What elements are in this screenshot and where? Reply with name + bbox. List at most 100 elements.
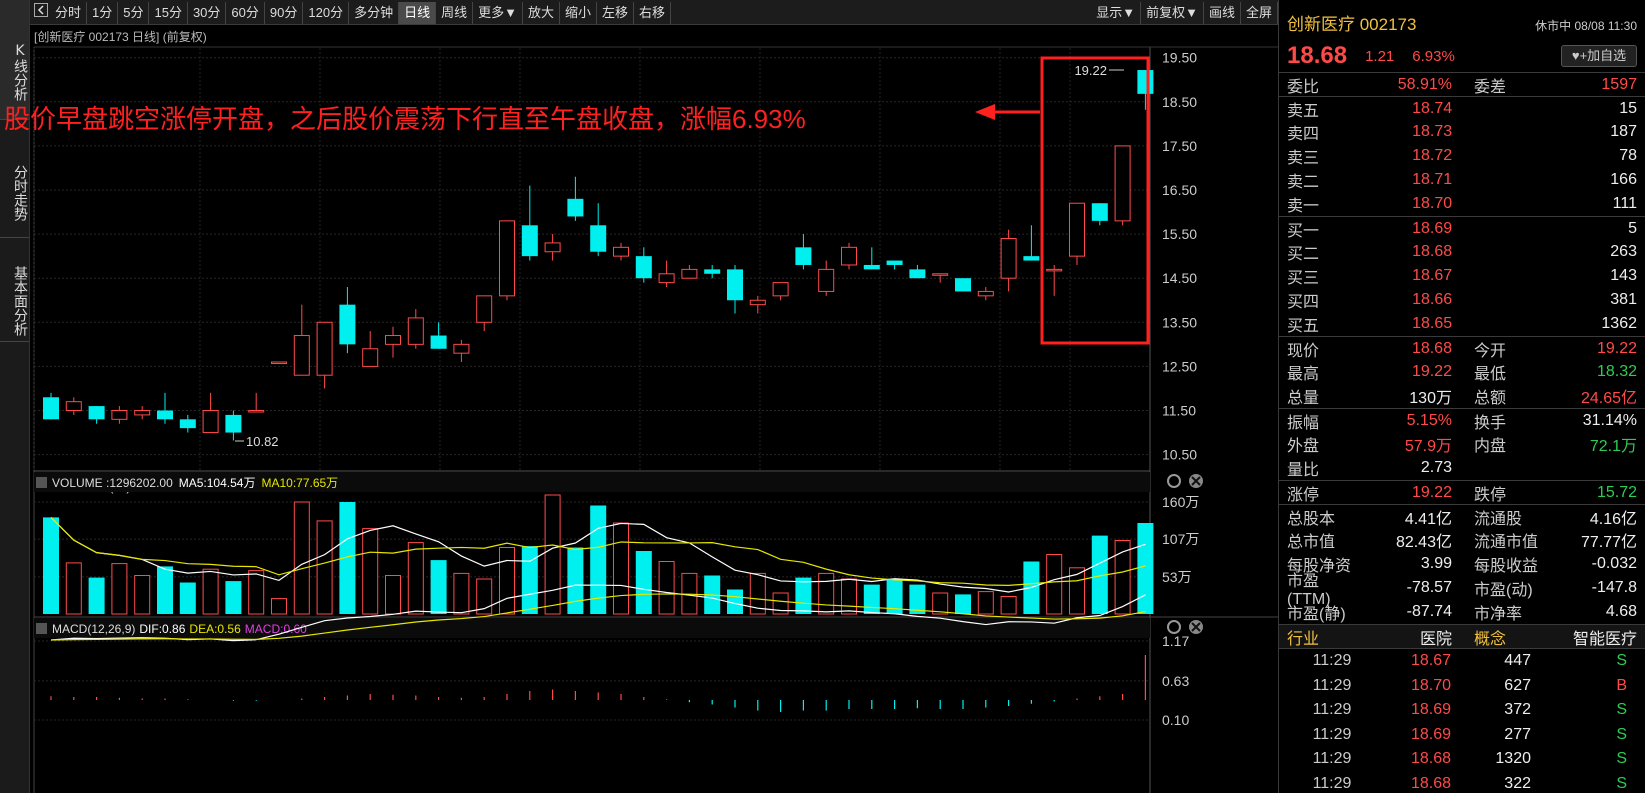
candle: [749, 295, 766, 314]
stat-label: 最低: [1473, 366, 1506, 383]
candle-body: [1137, 70, 1154, 94]
macd-axis-label: 0.63: [1162, 673, 1189, 689]
stat-value: 31.14%: [1582, 411, 1637, 429]
volume-bar: [293, 501, 310, 615]
candle-body: [179, 419, 196, 429]
low-price-label: 10.82: [246, 434, 279, 449]
volume-bar: [225, 581, 242, 614]
stat-value: 72.1万: [1589, 438, 1637, 455]
concept-value: 智能医疗: [1572, 630, 1637, 648]
tick-price: 18.68: [1410, 774, 1451, 792]
stat-label: 振幅: [1287, 414, 1320, 432]
candle: [909, 264, 926, 279]
ask-volume: 15: [1619, 99, 1637, 117]
candle: [43, 392, 59, 420]
limit-up-value: 19.22: [1411, 483, 1452, 501]
stat-value: -78.57: [1406, 579, 1452, 596]
volume-bar: [362, 528, 379, 615]
candle: [681, 264, 698, 279]
candle-body: [248, 410, 265, 413]
volume-bar: [521, 546, 538, 614]
candle-body: [749, 299, 766, 306]
candle-body: [316, 321, 333, 376]
stat-label: 最高: [1287, 366, 1320, 383]
price-axis-label: 18.50: [1162, 94, 1197, 110]
ask-row: 卖二 18.71 166: [1279, 168, 1645, 192]
volume-bar: [1046, 554, 1063, 615]
volume-bar: [430, 560, 447, 614]
candle-body: [681, 268, 698, 279]
trading-app: K线分析 分时走势 基本面分析 分时 1分 5分 15分 30分 60分 90分 120分 多分…: [0, 0, 1645, 793]
candle-body: [521, 225, 538, 257]
ask-row: 卖一 18.70 111: [1279, 192, 1645, 216]
candle-body: [43, 397, 59, 420]
tick-volume: 277: [1504, 725, 1531, 743]
stat-label: 总量: [1287, 390, 1320, 407]
tick-time: 11:29: [1312, 701, 1352, 719]
candle: [772, 282, 789, 301]
tick-price: 18.68: [1410, 750, 1451, 768]
candle-body: [1069, 202, 1085, 257]
bid-volume: 5: [1628, 219, 1637, 237]
ask-label: 卖一: [1287, 198, 1320, 215]
stat-label: 流通股: [1473, 510, 1522, 528]
candle-body: [111, 410, 128, 420]
candle: [795, 234, 812, 270]
stat-value: 57.9万: [1404, 438, 1452, 455]
candle-body: [727, 269, 743, 301]
candle: [293, 304, 310, 376]
candle: [339, 287, 356, 354]
tick-side: S: [1616, 701, 1627, 719]
bid-label: 买三: [1287, 270, 1320, 287]
bid-label: 买二: [1287, 246, 1320, 263]
candle: [635, 247, 652, 283]
tick-price: 18.67: [1410, 652, 1451, 670]
candle-body: [613, 246, 629, 257]
stat-value: -0.032: [1591, 555, 1637, 572]
ask-label: 卖三: [1287, 150, 1320, 167]
ask-price: 18.74: [1412, 99, 1453, 117]
volume-bar: [567, 547, 584, 614]
tick-volume: 1320: [1495, 750, 1531, 768]
limit-row: 涨停 19.22 跌停 15.72: [1279, 480, 1645, 504]
volume-bar: [111, 563, 128, 615]
add-favorite-button[interactable]: ♥+加自选: [1561, 45, 1637, 67]
highlight-box: [1040, 56, 1150, 345]
candle: [727, 264, 743, 314]
volume-bar: [248, 570, 265, 615]
candle: [111, 406, 128, 424]
tick-time: 11:29: [1312, 652, 1352, 670]
tick-row: 11:29 18.70 627 B: [1279, 674, 1645, 699]
stat-label: 市盈(动): [1473, 582, 1533, 599]
tick-row: 11:29 18.68 322 S: [1279, 772, 1645, 793]
stats-row: 量比 2.73: [1279, 456, 1645, 480]
volume-bar: [613, 522, 629, 615]
current-price: 18.68: [1287, 42, 1348, 69]
candle-body: [65, 401, 82, 411]
help-icon: [36, 623, 47, 634]
candle-body: [863, 264, 880, 270]
stat-value: 18.32: [1596, 363, 1637, 380]
candle-body: [909, 269, 926, 279]
candle-body: [795, 247, 812, 265]
candle: [385, 326, 401, 358]
stat-value: 18.68: [1411, 339, 1452, 357]
candle-body: [1091, 203, 1108, 221]
stat-value: 4.68: [1605, 603, 1637, 620]
candle-body: [499, 220, 515, 297]
candle-body: [955, 278, 971, 292]
ask-volume: 111: [1612, 195, 1637, 212]
limit-down-value: 15.72: [1596, 483, 1637, 501]
market-status: 休市中 08/08 11:30: [1535, 19, 1637, 33]
macd-header-part: MACD(12,26,9): [52, 622, 135, 636]
volume-bar: [544, 494, 561, 615]
candle-body: [841, 246, 857, 266]
candle-body: [157, 410, 173, 420]
tick-volume: 627: [1504, 676, 1531, 694]
volume-bar: [385, 575, 401, 615]
ask-label: 卖四: [1287, 126, 1320, 143]
ask-row: 卖五 18.74 15: [1279, 96, 1645, 120]
bid-label: 买五: [1287, 318, 1320, 335]
stat-label: 总额: [1473, 390, 1506, 407]
kline-chart-svg[interactable]: 19.50 18.50 17.50 16.50 15.50 14.50 13.50 12.50…: [0, 0, 1278, 793]
